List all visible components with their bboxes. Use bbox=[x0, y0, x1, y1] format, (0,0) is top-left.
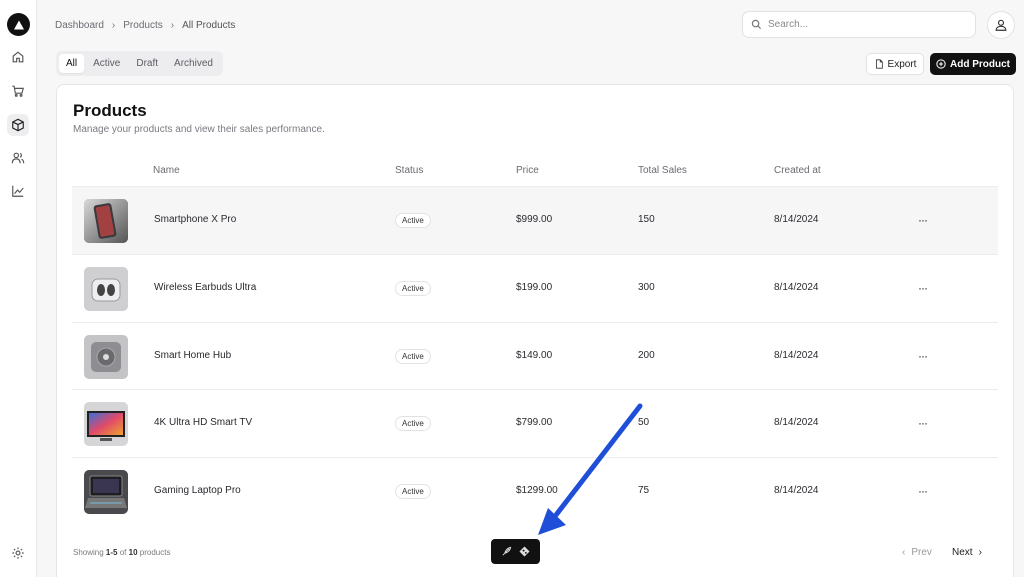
file-icon bbox=[875, 59, 883, 69]
column-header-price[interactable]: Price bbox=[516, 165, 539, 176]
user-icon bbox=[995, 19, 1007, 31]
user-avatar-button[interactable] bbox=[987, 11, 1015, 39]
product-created: 8/14/2024 bbox=[774, 417, 819, 428]
product-name: Gaming Laptop Pro bbox=[154, 485, 241, 496]
breadcrumb-dashboard[interactable]: Dashboard bbox=[55, 20, 104, 31]
product-sales: 50 bbox=[638, 417, 650, 428]
total-count: 10 bbox=[128, 548, 138, 557]
home-icon[interactable] bbox=[7, 46, 29, 68]
tab-all[interactable]: All bbox=[59, 54, 85, 73]
product-created: 8/14/2024 bbox=[774, 485, 819, 496]
breadcrumb: Dashboard › Products › All Products bbox=[55, 18, 235, 32]
chevron-right-icon: › bbox=[170, 19, 175, 31]
status-tabs: All Active Draft Archived bbox=[56, 51, 223, 76]
search-icon bbox=[751, 19, 762, 30]
add-product-button[interactable]: Add Product bbox=[930, 53, 1016, 75]
product-sales: 200 bbox=[638, 350, 655, 361]
product-sales: 75 bbox=[638, 485, 650, 496]
status-badge: Active bbox=[395, 484, 431, 499]
chart-icon[interactable] bbox=[7, 180, 29, 202]
pagination-summary: Showing 1-5 of 10 products bbox=[73, 548, 170, 557]
tab-active[interactable]: Active bbox=[86, 54, 127, 73]
status-badge: Active bbox=[395, 213, 431, 228]
tab-draft[interactable]: Draft bbox=[129, 54, 165, 73]
product-name: Smart Home Hub bbox=[154, 350, 232, 361]
showing-label: Showing bbox=[73, 548, 104, 557]
product-created: 8/14/2024 bbox=[774, 214, 819, 225]
table-row[interactable]: Smartphone X Pro Active $999.00 150 8/14… bbox=[72, 186, 998, 254]
product-image-hub bbox=[84, 335, 128, 379]
column-header-created-at[interactable]: Created at bbox=[774, 165, 821, 176]
product-image-laptop bbox=[84, 470, 128, 514]
status-badge: Active bbox=[395, 416, 431, 431]
sidebar bbox=[0, 0, 37, 577]
chevron-right-icon: › bbox=[111, 19, 116, 31]
product-price: $199.00 bbox=[516, 282, 553, 293]
users-icon[interactable] bbox=[7, 147, 29, 169]
search-box[interactable] bbox=[742, 11, 976, 38]
product-sales: 150 bbox=[638, 214, 655, 225]
more-actions-icon[interactable]: ··· bbox=[918, 484, 928, 498]
export-label: Export bbox=[887, 58, 917, 70]
product-name: 4K Ultra HD Smart TV bbox=[154, 417, 253, 428]
next-page-button[interactable]: Next › bbox=[952, 547, 982, 558]
settings-icon[interactable] bbox=[7, 542, 29, 564]
product-price: $799.00 bbox=[516, 417, 553, 428]
product-created: 8/14/2024 bbox=[774, 350, 819, 361]
chevron-left-icon: ‹ bbox=[902, 547, 906, 558]
prev-page-button[interactable]: ‹ Prev bbox=[902, 547, 932, 558]
chevron-right-icon: › bbox=[978, 547, 982, 558]
table-row[interactable]: Gaming Laptop Pro Active $1299.00 75 8/1… bbox=[72, 457, 998, 525]
column-header-name[interactable]: Name bbox=[153, 165, 180, 176]
table-row[interactable]: Smart Home Hub Active $149.00 200 8/14/2… bbox=[72, 322, 998, 390]
page-title: Products bbox=[73, 101, 147, 120]
product-created: 8/14/2024 bbox=[774, 282, 819, 293]
product-name: Wireless Earbuds Ultra bbox=[154, 282, 257, 293]
logo-icon[interactable] bbox=[7, 13, 30, 36]
more-actions-icon[interactable]: ··· bbox=[918, 416, 928, 430]
git-diamond-icon[interactable] bbox=[519, 546, 530, 557]
cart-icon[interactable] bbox=[7, 80, 29, 102]
table-row[interactable]: Wireless Earbuds Ultra Active $199.00 30… bbox=[72, 254, 998, 322]
table-row[interactable]: 4K Ultra HD Smart TV Active $799.00 50 8… bbox=[72, 389, 998, 457]
add-product-label: Add Product bbox=[950, 58, 1010, 70]
more-actions-icon[interactable]: ··· bbox=[918, 349, 928, 363]
status-badge: Active bbox=[395, 281, 431, 296]
tab-archived[interactable]: Archived bbox=[167, 54, 220, 73]
search-input[interactable] bbox=[768, 19, 958, 30]
floating-toolbar bbox=[491, 539, 540, 564]
feather-icon[interactable] bbox=[501, 546, 512, 557]
product-image-smartphone bbox=[84, 199, 128, 243]
breadcrumb-products[interactable]: Products bbox=[123, 20, 162, 31]
breadcrumb-current: All Products bbox=[182, 19, 236, 31]
column-header-status[interactable]: Status bbox=[395, 165, 423, 176]
product-price: $999.00 bbox=[516, 214, 553, 225]
products-label: products bbox=[139, 548, 171, 557]
showing-range: 1-5 bbox=[105, 548, 118, 557]
product-sales: 300 bbox=[638, 282, 655, 293]
export-button[interactable]: Export bbox=[866, 53, 924, 75]
more-actions-icon[interactable]: ··· bbox=[918, 213, 928, 227]
package-icon[interactable] bbox=[7, 114, 29, 136]
plus-circle-icon bbox=[936, 59, 946, 69]
next-label: Next bbox=[952, 547, 973, 558]
product-image-earbuds bbox=[84, 267, 128, 311]
more-actions-icon[interactable]: ··· bbox=[918, 281, 928, 295]
product-name: Smartphone X Pro bbox=[154, 214, 237, 225]
product-image-tv bbox=[84, 402, 128, 446]
product-price: $1299.00 bbox=[516, 485, 558, 496]
column-header-total-sales[interactable]: Total Sales bbox=[638, 165, 687, 176]
products-card: Products Manage your products and view t… bbox=[56, 84, 1014, 577]
status-badge: Active bbox=[395, 349, 431, 364]
product-price: $149.00 bbox=[516, 350, 553, 361]
of-label: of bbox=[119, 548, 127, 557]
page-subtitle: Manage your products and view their sale… bbox=[73, 124, 325, 135]
prev-label: Prev bbox=[911, 547, 932, 558]
